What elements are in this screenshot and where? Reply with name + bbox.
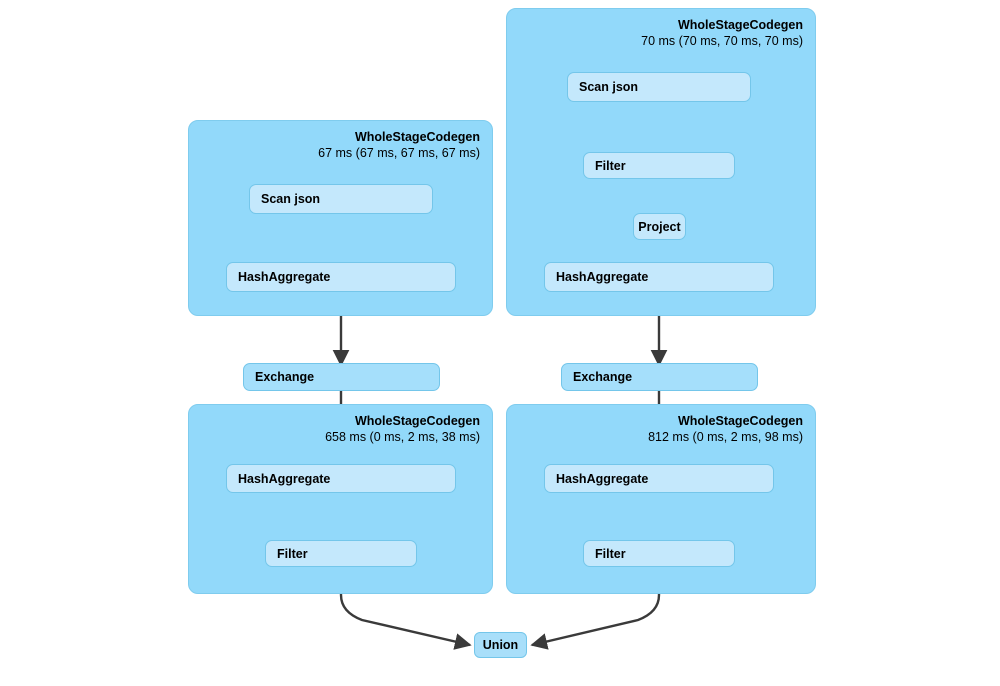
cluster-metrics: 70 ms (70 ms, 70 ms, 70 ms)	[641, 34, 803, 48]
node-scan-json[interactable]: Scan json	[567, 72, 751, 102]
node-scan-json[interactable]: Scan json	[249, 184, 433, 214]
cluster-label: WholeStageCodegen 67 ms (67 ms, 67 ms, 6…	[318, 129, 480, 161]
node-label: Filter	[277, 546, 308, 561]
cluster-title: WholeStageCodegen	[354, 130, 480, 144]
node-label: Scan json	[579, 80, 639, 94]
node-label: Filter	[595, 158, 626, 173]
edges-layer	[332, 102, 668, 650]
node-hashaggregate[interactable]: HashAggregate	[226, 464, 456, 493]
node-label: HashAggregate	[238, 270, 331, 284]
query-plan-diagram: WholeStageCodegen 67 ms (67 ms, 67 ms, 6…	[0, 0, 1000, 686]
node-project[interactable]: Project	[633, 213, 686, 240]
cluster-title: WholeStageCodegen	[677, 414, 803, 428]
node-label: Exchange	[255, 370, 315, 384]
node-filter[interactable]: Filter	[265, 540, 417, 567]
node-hashaggregate[interactable]: HashAggregate	[544, 262, 774, 292]
node-exchange-left[interactable]: Exchange	[243, 363, 440, 391]
node-label: HashAggregate	[238, 471, 331, 486]
node-filter[interactable]: Filter	[583, 152, 735, 179]
node-label: Project	[638, 219, 681, 234]
node-label: Scan json	[261, 192, 321, 206]
node-hashaggregate[interactable]: HashAggregate	[544, 464, 774, 493]
cluster-metrics: 67 ms (67 ms, 67 ms, 67 ms)	[318, 146, 480, 160]
node-label: HashAggregate	[556, 270, 649, 284]
cluster-metrics: 658 ms (0 ms, 2 ms, 38 ms)	[325, 430, 480, 444]
node-union[interactable]: Union	[474, 632, 527, 658]
node-label: Filter	[595, 546, 626, 561]
node-label: Exchange	[573, 370, 633, 384]
cluster-title: WholeStageCodegen	[677, 18, 803, 32]
node-filter[interactable]: Filter	[583, 540, 735, 567]
cluster-label: WholeStageCodegen 812 ms (0 ms, 2 ms, 98…	[648, 413, 803, 445]
node-hashaggregate[interactable]: HashAggregate	[226, 262, 456, 292]
cluster-label: WholeStageCodegen 70 ms (70 ms, 70 ms, 7…	[641, 17, 803, 49]
node-label: HashAggregate	[556, 471, 649, 486]
node-exchange-right[interactable]: Exchange	[561, 363, 758, 391]
cluster-label: WholeStageCodegen 658 ms (0 ms, 2 ms, 38…	[325, 413, 480, 445]
cluster-title: WholeStageCodegen	[354, 414, 480, 428]
cluster-metrics: 812 ms (0 ms, 2 ms, 98 ms)	[648, 430, 803, 444]
node-label: Union	[482, 638, 519, 652]
